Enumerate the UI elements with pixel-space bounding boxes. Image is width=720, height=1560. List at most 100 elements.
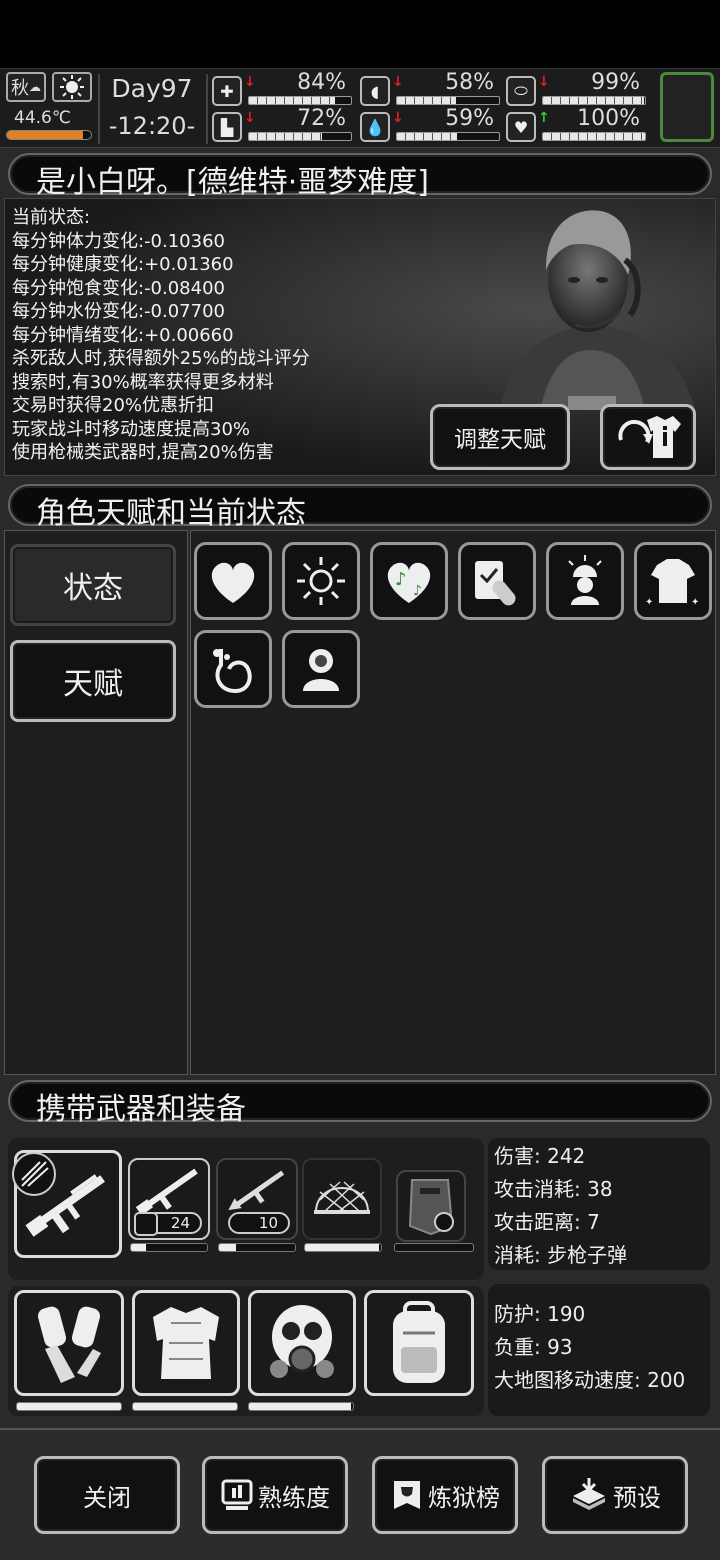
day-counter: Day97 (111, 74, 193, 103)
arrow-up-icon: ↑ (538, 110, 550, 126)
status-text-block: 当前状态: 每分钟体力变化:-0.10360 每分钟健康变化:+0.01360 每分… (12, 206, 310, 465)
alarm-person-icon (568, 555, 602, 605)
character-portrait (500, 210, 695, 410)
gas-mask-slot[interactable] (248, 1290, 356, 1396)
status-line: 每分钟体力变化:-0.10360 (12, 230, 225, 252)
ammo-count-2: 10 (228, 1212, 290, 1234)
status-line: 交易时获得20%优惠折扣 (12, 395, 215, 416)
arrow-down-icon: ↓ (244, 110, 256, 126)
status-line: 玩家战斗时移动速度提高30% (12, 418, 251, 440)
status-line: 杀死敌人时,获得额外25%的战斗评分 (12, 348, 310, 369)
arm-armor-slot[interactable] (14, 1290, 124, 1396)
tab-status[interactable]: 状态 (10, 544, 176, 626)
talent-heart-button[interactable] (194, 542, 272, 620)
body-armor-slot[interactable] (132, 1290, 240, 1396)
season-indicator: 秋 ☁ (6, 72, 46, 102)
talent-sun-button[interactable] (282, 542, 360, 620)
stat-percent: 100% (577, 106, 640, 131)
shield-slot[interactable] (396, 1170, 466, 1242)
temperature-bar (6, 130, 92, 140)
monitor-rank-icon (221, 1479, 253, 1510)
armor-stats-box: 防护: 190 负重: 93 大地图移动速度: 200 (488, 1284, 710, 1416)
weapon-stats-box: 伤害: 242 攻击消耗: 38 攻击距离: 7 消耗: 步枪子弹 (488, 1138, 710, 1270)
ranking-button[interactable]: 炼狱榜 (372, 1456, 518, 1534)
talent-medicine-button[interactable] (458, 542, 536, 620)
equipment-heading: 携带武器和装备 (36, 1092, 246, 1127)
svg-text:✦: ✦ (691, 597, 699, 608)
stat-percent: 99% (591, 70, 640, 95)
preset-button[interactable]: 预设 (542, 1456, 688, 1534)
backpack-slot[interactable] (364, 1290, 474, 1396)
status-line: 每分钟情绪变化:+0.00660 (12, 324, 234, 346)
player-avatar-button[interactable] (660, 72, 714, 142)
gas-mask-durability (248, 1402, 354, 1411)
talent-heading: 角色天赋和当前状态 (36, 496, 306, 531)
stat-bar (542, 132, 646, 141)
stomach-icon: ◖ (360, 76, 390, 106)
sick-person-icon (303, 649, 339, 691)
rifle-icon (135, 1168, 198, 1216)
sun-icon (297, 557, 345, 605)
helmet-net-icon (314, 1181, 370, 1214)
arrow-down-icon: ↓ (392, 110, 404, 126)
arrow-down-icon: ↓ (392, 74, 404, 90)
stat-percent: 58% (445, 70, 494, 95)
talent-music-heart-button[interactable]: ♪ ♪ (370, 542, 448, 620)
player-title: 是小白呀。[德维特·噩梦难度] (36, 165, 429, 200)
weapon-slot-4[interactable] (302, 1158, 382, 1240)
status-line: 每分钟饱食变化:-0.08400 (12, 277, 225, 299)
spear-rifle-icon (228, 1170, 285, 1211)
tab-talent[interactable]: 天赋 (10, 640, 176, 722)
weapon-stat-line: 攻击距离: 7 (494, 1210, 600, 1234)
talent-sick-person-button[interactable] (282, 630, 360, 708)
svg-text:♪: ♪ (395, 569, 407, 590)
temperature-label: 44.6℃ (14, 108, 71, 128)
armor-stat-line: 负重: 93 (494, 1335, 573, 1359)
music-heart-icon: ♪♪ (387, 562, 431, 603)
gas-mask-icon (270, 1305, 334, 1378)
capsule-icon: ⬭ (506, 76, 536, 106)
adjust-talent-button[interactable]: 调整天赋 (430, 404, 570, 470)
status-line: 搜索时,有30%概率获得更多材料 (12, 371, 274, 393)
hud-stat-stomach: ◖ ↓ 58% (360, 70, 500, 110)
stat-percent: 84% (297, 70, 346, 95)
water-drop-icon: 💧 (360, 112, 390, 142)
proficiency-label: 熟练度 (258, 1483, 330, 1512)
game-screen: 秋 ☁ 44.6℃ Day97 -12:20- ✚ ↓ 84% ◖ ↓ 58% ⬭ ↓ 99% ▙ ↓… (0, 0, 720, 1560)
weapon-4-durability (304, 1243, 382, 1252)
body-armor-durability (132, 1402, 238, 1411)
weapon-stat-line: 伤害: 242 (494, 1144, 586, 1168)
talent-shirt-button[interactable]: ✦ ✦ (634, 542, 712, 620)
stat-bar (396, 96, 500, 105)
svg-text:✦: ✦ (645, 597, 653, 608)
medkit-icon: ✚ (212, 76, 242, 106)
status-line: 使用枪械类武器时,提高20%伤害 (12, 442, 274, 463)
arrow-down-icon: ↓ (244, 74, 256, 90)
fire-mode-icon[interactable] (12, 1152, 56, 1196)
close-label: 关闭 (83, 1483, 131, 1512)
armor-stat-line: 防护: 190 (494, 1302, 586, 1326)
weapon-slot-3[interactable]: 10 (216, 1158, 298, 1240)
player-name-header: 是小白呀。[德维特·噩梦难度] (8, 153, 712, 200)
shirt-icon: ✦ ✦ (645, 559, 699, 608)
weapon-2-durability (130, 1243, 208, 1252)
sun-icon (52, 72, 92, 102)
armor-stat-line: 大地图移动速度: 200 (494, 1368, 686, 1392)
arm-armor-durability (16, 1402, 122, 1411)
weapon-slot-2[interactable]: 24 (128, 1158, 210, 1240)
stomach-icon (213, 649, 252, 694)
proficiency-button[interactable]: 熟练度 (202, 1456, 348, 1534)
trophy-banner-icon (394, 1481, 420, 1509)
change-outfit-button[interactable] (600, 404, 696, 470)
status-line: 每分钟水份变化:-0.07700 (12, 301, 225, 322)
stat-bar (396, 132, 500, 141)
talent-alarm-person-button[interactable] (546, 542, 624, 620)
download-box-icon (573, 1478, 605, 1510)
close-button[interactable]: 关闭 (34, 1456, 180, 1534)
heart-icon (211, 562, 255, 603)
ammo-icon (134, 1212, 158, 1236)
arrow-down-icon: ↓ (538, 74, 550, 90)
weapon-stat-line: 攻击消耗: 38 (494, 1177, 613, 1201)
status-heading: 当前状态: (12, 207, 91, 228)
talent-stomach-button[interactable] (194, 630, 272, 708)
